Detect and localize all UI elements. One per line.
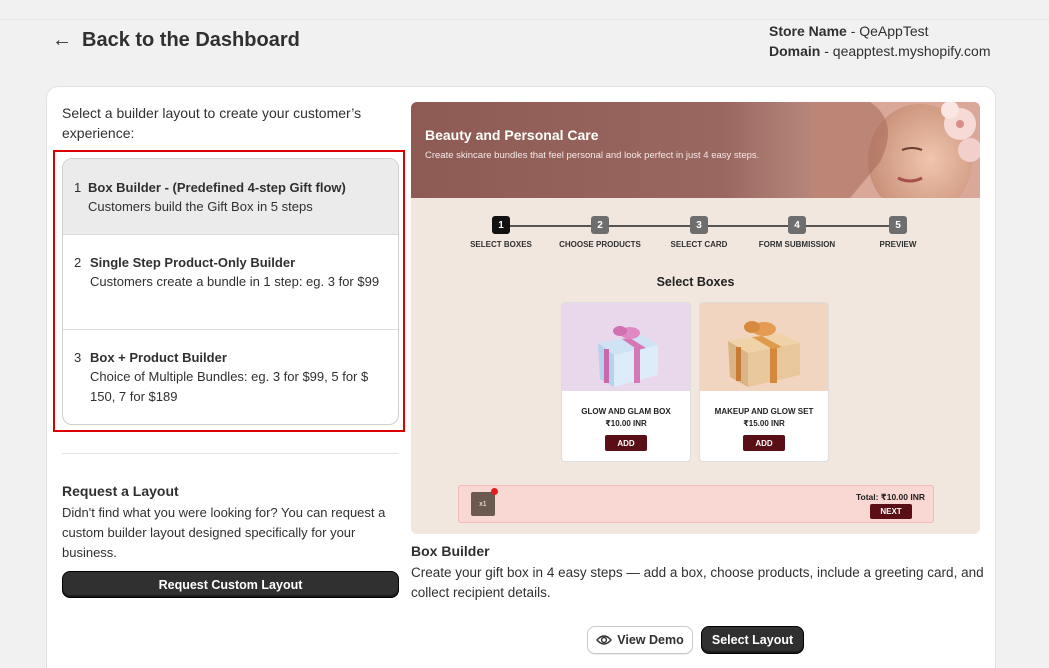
product-name: MAKEUP AND GLOW SET [714,407,814,416]
step-3: 3 SELECT CARD [654,216,744,249]
cart-item-thumbnail: x1 [471,492,495,516]
store-name-label: Store Name [769,23,847,39]
next-button[interactable]: NEXT [870,504,912,519]
add-product-button[interactable]: ADD [605,435,647,451]
selection-highlight [53,150,405,432]
back-label: Back to the Dashboard [82,28,300,51]
domain-value: - qeapptest.myshopify.com [820,43,991,59]
store-name-value: - QeAppTest [846,23,929,39]
cart-qty: x1 [479,500,487,508]
layout-title: Box Builder [411,543,490,559]
gift-box-image [562,303,690,391]
step-5: 5 PREVIEW [853,216,943,249]
select-boxes-title: Select Boxes [656,275,735,289]
step-label: PREVIEW [879,240,917,249]
product-price: ₹10.00 INR [605,419,647,428]
cart-badge [491,488,498,495]
store-info: Store Name - QeAppTest Domain - qeapptes… [769,21,991,61]
step-4: 4 FORM SUBMISSION [752,216,842,249]
product-card: MAKEUP AND GLOW SET ₹15.00 INR ADD [699,302,829,462]
stepper: 1 SELECT BOXES 2 CHOOSE PRODUCTS 3 SELEC… [470,216,923,256]
domain-label: Domain [769,43,821,59]
select-layout-button[interactable]: Select Layout [701,626,804,654]
request-custom-layout-button[interactable]: Request Custom Layout [62,571,399,598]
view-demo-label: View Demo [617,633,684,647]
back-to-dashboard-link[interactable]: ← Back to the Dashboard [52,28,300,52]
product-name: GLOW AND GLAM BOX [581,407,671,416]
step-label: SELECT CARD [670,240,728,249]
step-number: 3 [690,216,708,234]
request-layout-title: Request a Layout [62,483,179,499]
step-number: 2 [591,216,609,234]
step-label: SELECT BOXES [470,240,532,249]
product-card: GLOW AND GLAM BOX ₹10.00 INR ADD [561,302,691,462]
eye-icon [596,635,613,645]
banner-subtitle: Create skincare bundles that feel person… [425,150,760,161]
gift-box-image [700,303,828,391]
domain-row: Domain - qeapptest.myshopify.com [769,41,991,61]
model-face-image [810,102,980,198]
preview-banner: Beauty and Personal Care Create skincare… [411,102,980,198]
banner-title: Beauty and Personal Care [425,127,599,143]
step-number: 5 [889,216,907,234]
step-label: CHOOSE PRODUCTS [559,240,641,249]
layout-description: Create your gift box in 4 easy steps — a… [411,565,984,600]
layout-preview: Beauty and Personal Care Create skincare… [411,102,980,534]
store-name-row: Store Name - QeAppTest [769,21,991,41]
step-number: 1 [492,216,510,234]
step-2: 2 CHOOSE PRODUCTS [555,216,645,249]
product-price: ₹15.00 INR [743,419,785,428]
cart-bar: x1 Total: ₹10.00 INR NEXT [458,485,934,523]
cart-total: Total: ₹10.00 INR [855,492,925,502]
intro-text: Select a builder layout to create your c… [62,105,362,141]
step-label: FORM SUBMISSION [758,240,836,249]
divider [62,453,399,454]
step-1: 1 SELECT BOXES [456,216,546,249]
arrow-left-icon: ← [52,29,72,51]
step-number: 4 [788,216,806,234]
top-divider [0,0,1049,20]
view-demo-button[interactable]: View Demo [587,626,693,654]
add-product-button[interactable]: ADD [743,435,785,451]
request-layout-desc: Didn't find what you were looking for? Y… [62,505,386,560]
